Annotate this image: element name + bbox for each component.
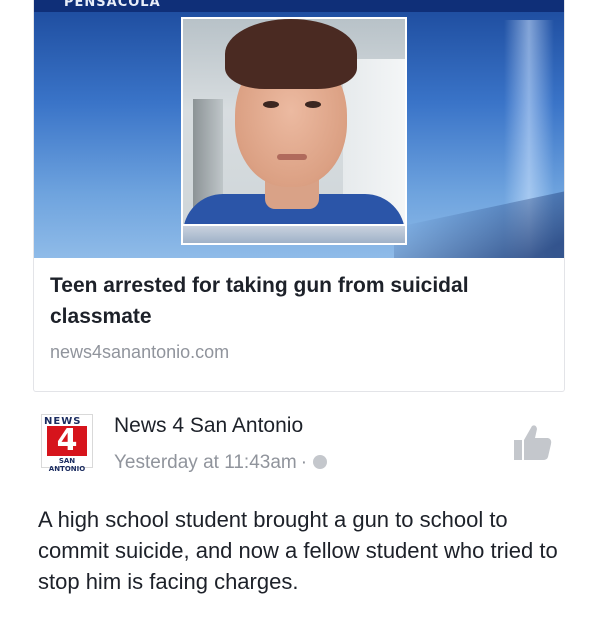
photo-eye-right bbox=[305, 101, 321, 108]
link-preview-card[interactable]: PENSACOLA Teen arrested for taking gun f… bbox=[33, 0, 565, 392]
mugshot-photo bbox=[183, 19, 405, 224]
news-preview-image[interactable]: PENSACOLA bbox=[34, 0, 564, 258]
post-text: A high school student brought a gun to s… bbox=[38, 507, 558, 594]
meta-separator: · bbox=[300, 452, 308, 473]
photo-eye-left bbox=[263, 101, 279, 108]
logo-number: 4 bbox=[47, 426, 87, 456]
like-icon[interactable] bbox=[510, 420, 554, 464]
photo-caption-bar bbox=[183, 226, 405, 243]
station-tag: PENSACOLA bbox=[64, 0, 161, 10]
post-meta: Yesterday at 11:43am · bbox=[114, 452, 328, 474]
globe-icon[interactable] bbox=[313, 455, 328, 469]
logo-city-text: SAN ANTONIO bbox=[48, 457, 86, 473]
post-container: NEWS 4 SAN ANTONIO News 4 San Antonio Ye… bbox=[20, 392, 580, 640]
photo-hair bbox=[225, 19, 357, 89]
link-title[interactable]: Teen arrested for taking gun from suicid… bbox=[50, 270, 548, 332]
link-domain[interactable]: news4sanantonio.com bbox=[50, 342, 548, 363]
page-avatar[interactable]: NEWS 4 SAN ANTONIO bbox=[41, 414, 93, 473]
photo-mouth bbox=[277, 154, 307, 160]
link-preview-text[interactable]: Teen arrested for taking gun from suicid… bbox=[50, 270, 548, 363]
post-timestamp[interactable]: Yesterday at 11:43am bbox=[114, 452, 297, 473]
page-name-link[interactable]: News 4 San Antonio bbox=[114, 414, 303, 438]
mugshot-frame bbox=[181, 17, 407, 245]
